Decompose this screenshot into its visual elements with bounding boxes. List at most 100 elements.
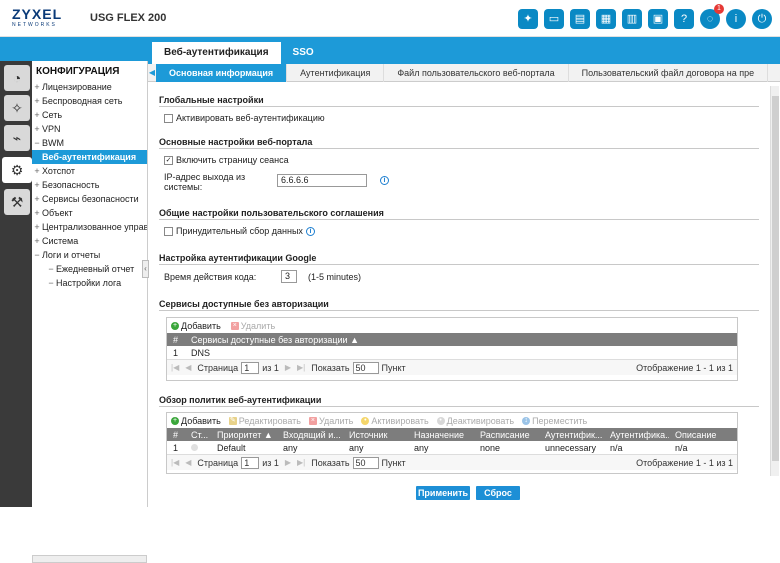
cli-icon[interactable]: ▭	[544, 9, 564, 29]
configuration-gear-icon[interactable]: ⚙	[2, 157, 32, 183]
about-icon[interactable]: i	[726, 9, 746, 29]
nav-title: КОНФИГУРАЦИЯ	[36, 66, 120, 77]
first-page-icon[interactable]: |◀	[171, 458, 179, 467]
tab-sso[interactable]: SSO	[281, 42, 326, 64]
policy-edit-button[interactable]: ✎ Редактировать	[228, 416, 301, 426]
logout-ip-info-icon[interactable]: i	[380, 176, 389, 185]
tabs-left-arrow-icon[interactable]: ◀	[148, 64, 156, 81]
nav-item-logs-reports[interactable]: − Логи и отчеты	[32, 248, 147, 262]
prev-page-icon[interactable]: ◀	[185, 458, 191, 467]
nav-item-web-auth[interactable]: Веб-аутентификация	[32, 150, 147, 164]
force-collect-checkbox[interactable]	[164, 226, 173, 236]
nav-item-central-mgmt[interactable]: +Централизованное управление	[32, 220, 147, 234]
force-collect-row: Принудительный сбор данных i	[164, 226, 315, 236]
nav-item-security[interactable]: + Безопасность	[32, 178, 147, 192]
collapse-sidebar-icon[interactable]: ‹	[142, 260, 149, 278]
nav-item-log-settings[interactable]: − Настройки лога	[32, 276, 147, 290]
services-add-button[interactable]: + Добавить	[171, 321, 221, 331]
tab-custom-portal-file[interactable]: Файл пользовательского веб-портала	[384, 64, 569, 82]
logout-icon[interactable]: ⏻	[752, 9, 772, 29]
console-icon[interactable]: ▣	[648, 9, 668, 29]
enable-web-auth-row: Активировать веб-аутентификацию	[164, 113, 325, 123]
app-header: ZYXEL NETWORKS USG FLEX 200 ✦ ▭ ▤ ▦ ▥ ▣ …	[0, 0, 780, 37]
notifications-icon[interactable]: ◌ 1	[700, 4, 724, 29]
services-per-page-select[interactable]: 50	[352, 361, 379, 374]
maintenance-icon[interactable]: ⚒	[4, 189, 30, 215]
logout-ip-input[interactable]: 6.6.6.6	[277, 174, 367, 187]
enable-web-auth-checkbox[interactable]	[164, 113, 173, 123]
services-display-count: Отображение 1 - 1 из 1	[636, 363, 733, 373]
prev-page-icon[interactable]: ◀	[185, 363, 191, 372]
nav-item-network[interactable]: + Сеть	[32, 108, 147, 122]
services-remove-button[interactable]: × Удалить	[230, 321, 275, 331]
reset-button[interactable]: Сброс	[476, 486, 520, 500]
next-page-icon[interactable]: ▶	[285, 363, 291, 372]
code-time-input[interactable]: 3	[281, 270, 297, 283]
content-scrollbar[interactable]	[770, 86, 779, 476]
policies-table-header: # Ст... Приоритет ▲ Входящий и... Источн…	[167, 428, 737, 441]
nav-item-security-services[interactable]: + Сервисы безопасности	[32, 192, 147, 206]
session-page-checkbox[interactable]: ✓	[164, 155, 173, 165]
policy-remove-button[interactable]: × Удалить	[308, 416, 353, 426]
scrollbar-thumb[interactable]	[772, 96, 779, 461]
trash-icon: ×	[308, 416, 317, 425]
quick-setup-icon[interactable]: ✧	[4, 95, 30, 121]
form-footer: Применить Сброс	[148, 484, 780, 507]
bulb-on-icon: •	[361, 416, 370, 425]
force-collect-label: Принудительный сбор данных	[176, 226, 303, 236]
nav-item-licensing[interactable]: + Лицензирование	[32, 80, 147, 94]
policy-add-button[interactable]: + Добавить	[171, 416, 221, 426]
nav-item-object[interactable]: + Объект	[32, 206, 147, 220]
force-collect-info-icon[interactable]: i	[305, 226, 315, 236]
site-map-icon[interactable]: ▦	[596, 9, 616, 29]
object-reference-icon[interactable]: ▥	[622, 9, 642, 29]
services-page-input[interactable]: 1	[241, 361, 260, 374]
nav-item-system[interactable]: + Система	[32, 234, 147, 248]
sidebar: ◔ ✧ ⌁ ⚙ ⚒ КОНФИГУРАЦИЯ + Лицензирование +…	[0, 61, 148, 563]
last-page-icon[interactable]: ▶|	[297, 458, 305, 467]
next-page-icon[interactable]: ▶	[285, 458, 291, 467]
edit-icon: ✎	[228, 416, 237, 425]
enable-web-auth-label: Активировать веб-аутентификацию	[176, 113, 325, 123]
sidebar-scrollbar[interactable]	[32, 555, 147, 563]
last-page-icon[interactable]: ▶|	[297, 363, 305, 372]
policy-activate-button[interactable]: • Активировать	[361, 416, 429, 426]
services-panel: + Добавить × Удалить # Сервисы доступные б…	[166, 317, 738, 381]
policies-page-input[interactable]: 1	[241, 456, 260, 469]
help-icon[interactable]: ?	[674, 9, 694, 29]
move-icon: ↕	[522, 416, 531, 425]
nav-item-wireless[interactable]: + Беспроводная сеть	[32, 94, 147, 108]
notification-badge: 1	[714, 4, 724, 14]
dashboard-icon[interactable]: ◔	[4, 65, 30, 91]
table-row[interactable]: 1 DNS	[167, 346, 737, 359]
section-policies: Обзор политик веб-аутентификации	[159, 395, 759, 407]
section-agreement: Общие настройки пользовательского соглаш…	[159, 208, 759, 220]
nav-item-vpn[interactable]: + VPN	[32, 122, 147, 136]
policies-pager: |◀ ◀ Страница 1 из 1 ▶ ▶| Показать 50 Пу…	[167, 454, 737, 470]
section-google: Настройка аутентификации Google	[159, 253, 759, 265]
tab-authentication[interactable]: Аутентификация	[287, 64, 385, 82]
status-icon	[185, 443, 211, 453]
main-content: Глобальные настройки Активировать веб-ау…	[152, 86, 768, 484]
tab-web-auth[interactable]: Веб-аутентификация	[152, 42, 281, 64]
sub-tabs: ◀ Основная информация Аутентификация Фай…	[148, 64, 780, 82]
policies-per-page-select[interactable]: 50	[352, 456, 379, 469]
monitor-icon[interactable]: ▤	[570, 9, 590, 29]
table-row[interactable]: 1 Default any any any none unnecessary n…	[167, 441, 737, 454]
policy-move-button[interactable]: ↕ Переместить	[522, 416, 587, 426]
monitor-nav-icon[interactable]: ⌁	[4, 125, 30, 151]
tab-basic-info[interactable]: Основная информация	[156, 64, 288, 82]
main-tabs: Веб-аутентификация SSO	[152, 42, 326, 64]
apply-button[interactable]: Применить	[416, 486, 470, 500]
policies-display-count: Отображение 1 - 1 из 1	[636, 458, 733, 468]
nav-item-bwm[interactable]: − BWM	[32, 136, 147, 150]
wizard-icon[interactable]: ✦	[518, 9, 538, 29]
sidebar-icon-column: ◔ ✧ ⌁ ⚙ ⚒	[0, 61, 32, 507]
first-page-icon[interactable]: |◀	[171, 363, 179, 372]
policy-deactivate-button[interactable]: • Деактивировать	[436, 416, 514, 426]
tab-custom-agreement-file[interactable]: Пользовательский файл договора на пре	[569, 64, 769, 82]
trash-icon: ×	[230, 321, 239, 330]
nav-item-hotspot[interactable]: + Хотспот	[32, 164, 147, 178]
services-name-column[interactable]: Сервисы доступные без авторизации ▲	[185, 335, 485, 345]
nav-item-daily-report[interactable]: − Ежедневный отчет	[32, 262, 147, 276]
